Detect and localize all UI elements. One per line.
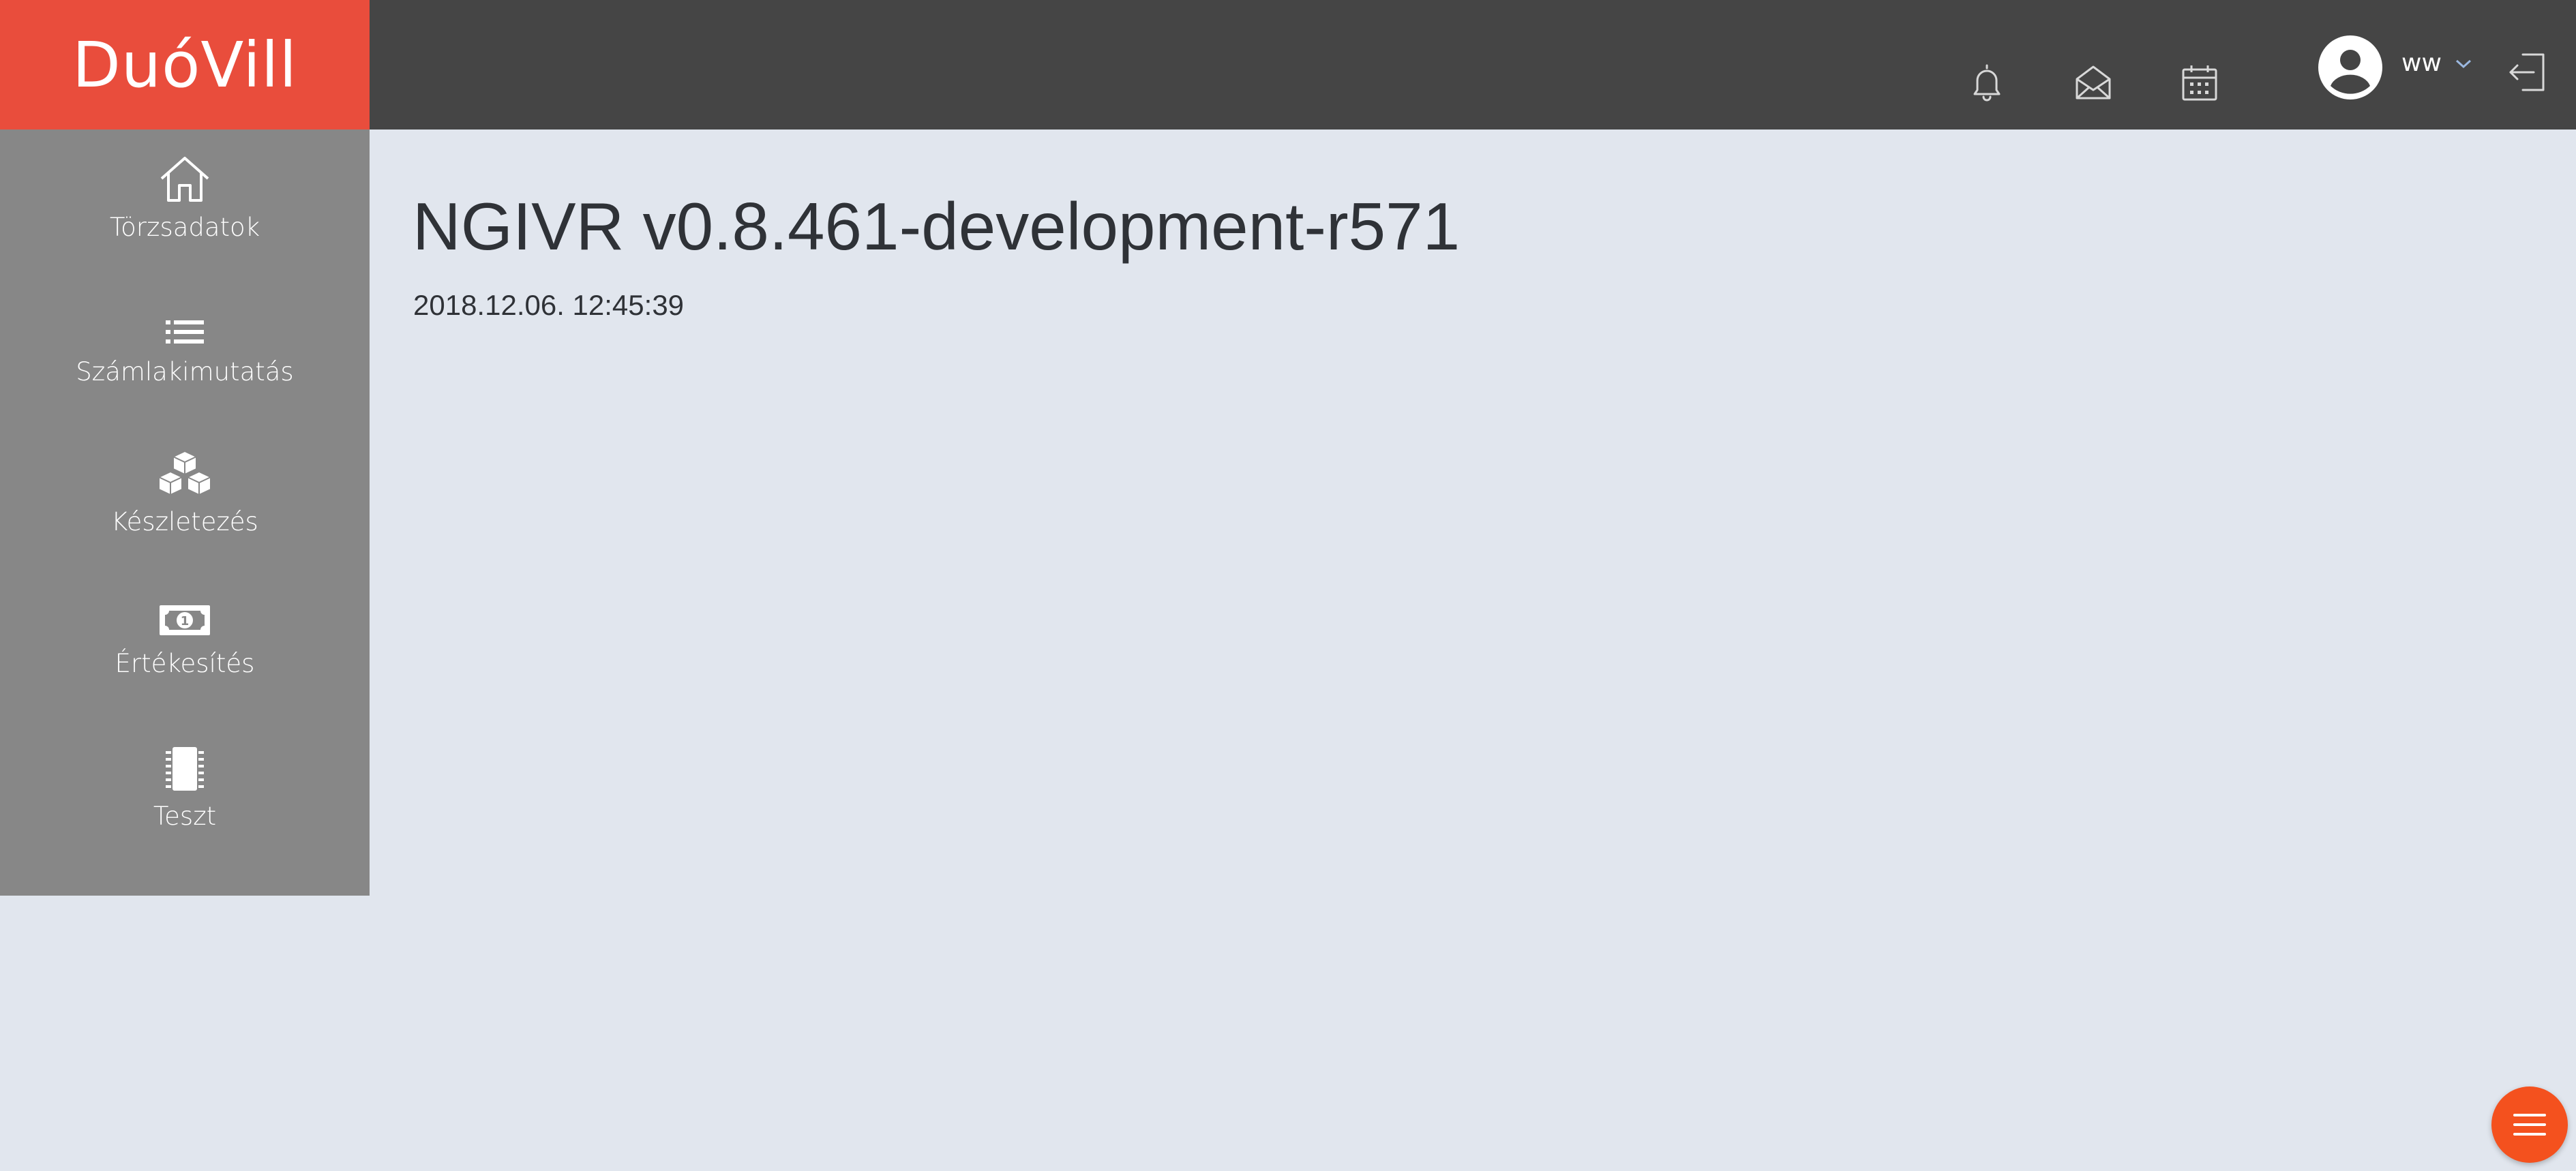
chevron-down-icon[interactable] [2453,57,2474,71]
sidebar-item-label: Készletezés [111,507,258,536]
build-timestamp: 2018.12.06. 12:45:39 [413,289,685,321]
fab-menu-button[interactable] [2491,1086,2568,1163]
sidebar-item-ertekesites[interactable]: 1 Értékesítés [0,601,370,678]
sidebar-item-label: Számlakimutatás [76,357,294,386]
hamburger-menu-icon [2513,1114,2546,1136]
money-bill-icon: 1 [160,605,210,635]
brand-name: DuóVill [72,28,298,102]
sidebar-item-label: Teszt [153,802,217,831]
microchip-icon [166,747,204,791]
envelope-open-icon[interactable] [2071,60,2115,104]
logout-icon[interactable] [2506,50,2547,94]
cubes-icon [158,450,211,496]
list-icon [166,320,204,344]
username[interactable]: ww [2401,49,2442,77]
home-icon [160,157,209,202]
sidebar-item-teszt[interactable]: Teszt [0,746,370,831]
top-bar: DuóVill ww [0,0,2576,130]
avatar[interactable] [2318,35,2382,100]
brand-logo[interactable]: DuóVill [0,0,370,130]
sidebar-item-szamlakimutatas[interactable]: Számlakimutatás [0,318,370,386]
sidebar-item-torzsadatok[interactable]: Törzsadatok [0,154,370,242]
sidebar-item-label: Törzsadatok [109,213,260,242]
bell-icon[interactable] [1965,60,2009,104]
page-title: NGIVR v0.8.461-development-r571 [413,189,1461,264]
svg-text:1: 1 [181,614,190,628]
sidebar: Törzsadatok Számlakimutatás Készletezés [0,130,370,896]
calendar-icon[interactable] [2178,60,2221,104]
sidebar-item-label: Értékesítés [115,649,255,678]
sidebar-item-keszletezes[interactable]: Készletezés [0,450,370,536]
